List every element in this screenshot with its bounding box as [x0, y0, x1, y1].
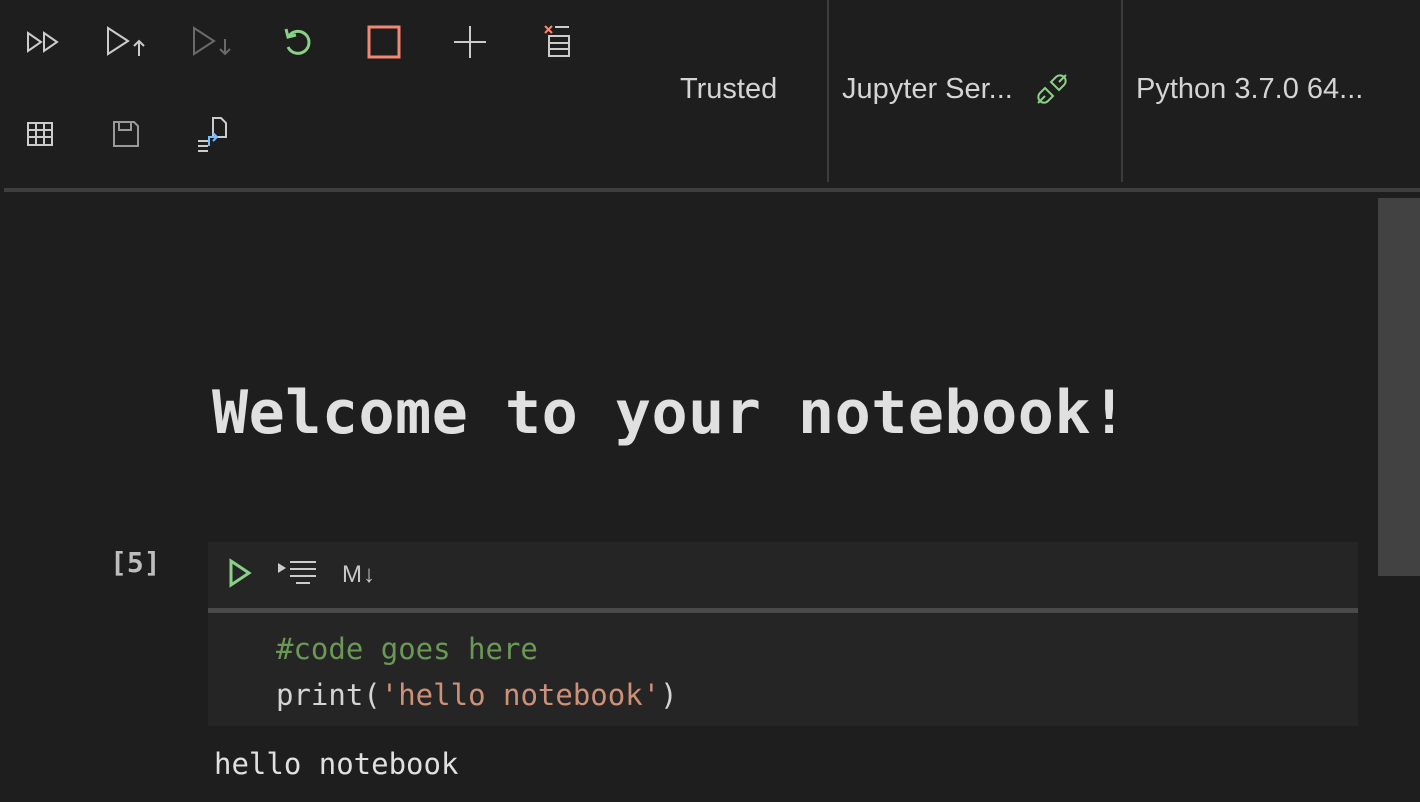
toolbar-separator	[827, 0, 829, 182]
toolbar-divider	[4, 188, 1420, 192]
code-string: 'hello notebook'	[380, 678, 661, 712]
save-icon	[111, 119, 141, 149]
code-function: print(	[276, 678, 381, 712]
markdown-heading: Welcome to your notebook!	[212, 378, 1128, 448]
vertical-scrollbar[interactable]	[1378, 198, 1420, 576]
run-all-button[interactable]	[22, 20, 66, 64]
kernel-selector[interactable]: Python 3.7.0 64...	[1136, 66, 1363, 112]
interrupt-kernel-icon	[366, 24, 402, 60]
clear-outputs-button[interactable]	[534, 18, 578, 62]
run-by-line-button[interactable]	[276, 555, 320, 595]
notebook-editor: Trusted Jupyter Ser... Python 3.7.0 64..…	[0, 0, 1420, 802]
run-below-button[interactable]	[190, 20, 234, 64]
notebook-toolbar: Trusted Jupyter Ser... Python 3.7.0 64..…	[0, 0, 1420, 188]
variables-button[interactable]	[18, 112, 62, 156]
toolbar-separator	[1121, 0, 1123, 182]
export-icon	[195, 115, 229, 153]
code-comment: #code goes here	[276, 632, 538, 666]
trusted-status[interactable]: Trusted	[680, 66, 777, 112]
run-below-icon	[190, 25, 234, 59]
cell-output: hello notebook	[214, 747, 459, 781]
code-line: #code goes here	[276, 632, 538, 666]
jupyter-server-status[interactable]: Jupyter Ser...	[842, 66, 1069, 112]
add-cell-button[interactable]	[448, 20, 492, 64]
execution-count: [5]	[110, 546, 161, 579]
cell-toolbar-divider	[208, 608, 1358, 613]
jupyter-server-label: Jupyter Ser...	[842, 72, 1013, 105]
run-above-button[interactable]	[104, 20, 148, 64]
code-cell[interactable]: M↓ #code goes here print('hello notebook…	[208, 542, 1358, 726]
run-above-icon	[104, 25, 148, 59]
clear-outputs-icon	[539, 21, 573, 59]
run-cell-button[interactable]	[226, 555, 254, 595]
interrupt-kernel-button[interactable]	[362, 20, 406, 64]
variables-grid-icon	[26, 121, 54, 147]
restart-kernel-icon	[280, 24, 316, 60]
restart-kernel-button[interactable]	[276, 20, 320, 64]
run-all-icon	[25, 30, 63, 54]
export-button[interactable]	[190, 112, 234, 156]
run-cell-icon	[226, 557, 254, 594]
save-button[interactable]	[104, 112, 148, 156]
add-cell-icon	[451, 23, 489, 61]
code-line: print('hello notebook')	[276, 678, 678, 712]
change-to-markdown-button[interactable]: M↓	[342, 555, 376, 595]
plug-connected-icon	[1035, 72, 1069, 106]
cell-toolbar: M↓	[208, 542, 1358, 608]
code-editor[interactable]: #code goes here print('hello notebook')	[276, 626, 678, 718]
run-by-line-icon	[276, 557, 320, 594]
code-paren: )	[660, 678, 678, 712]
